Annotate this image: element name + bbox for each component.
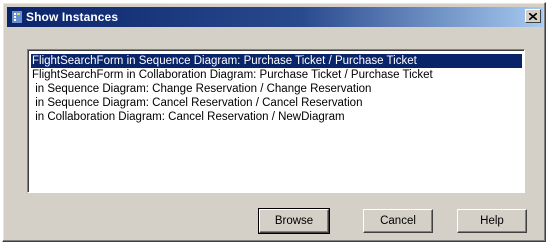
list-item[interactable]: in Sequence Diagram: Change Reservation … — [31, 82, 522, 96]
instances-listbox[interactable]: FlightSearchForm in Sequence Diagram: Pu… — [27, 49, 525, 193]
help-button[interactable]: Help — [457, 209, 527, 233]
list-item[interactable]: FlightSearchForm in Collaboration Diagra… — [31, 68, 522, 82]
title-bar[interactable]: Show Instances — [7, 7, 543, 27]
close-icon — [528, 7, 538, 25]
dialog-title: Show Instances — [26, 10, 119, 24]
show-instances-dialog: Show Instances FlightSearchForm in Seque… — [2, 2, 546, 242]
browse-button[interactable]: Browse — [258, 208, 330, 234]
list-item[interactable]: in Collaboration Diagram: Cancel Reserva… — [31, 110, 522, 124]
list-item[interactable]: in Sequence Diagram: Cancel Reservation … — [31, 96, 522, 110]
close-button[interactable] — [525, 9, 541, 23]
cancel-button[interactable]: Cancel — [363, 209, 433, 233]
list-item[interactable]: FlightSearchForm in Sequence Diagram: Pu… — [31, 54, 522, 68]
app-icon — [11, 10, 23, 24]
